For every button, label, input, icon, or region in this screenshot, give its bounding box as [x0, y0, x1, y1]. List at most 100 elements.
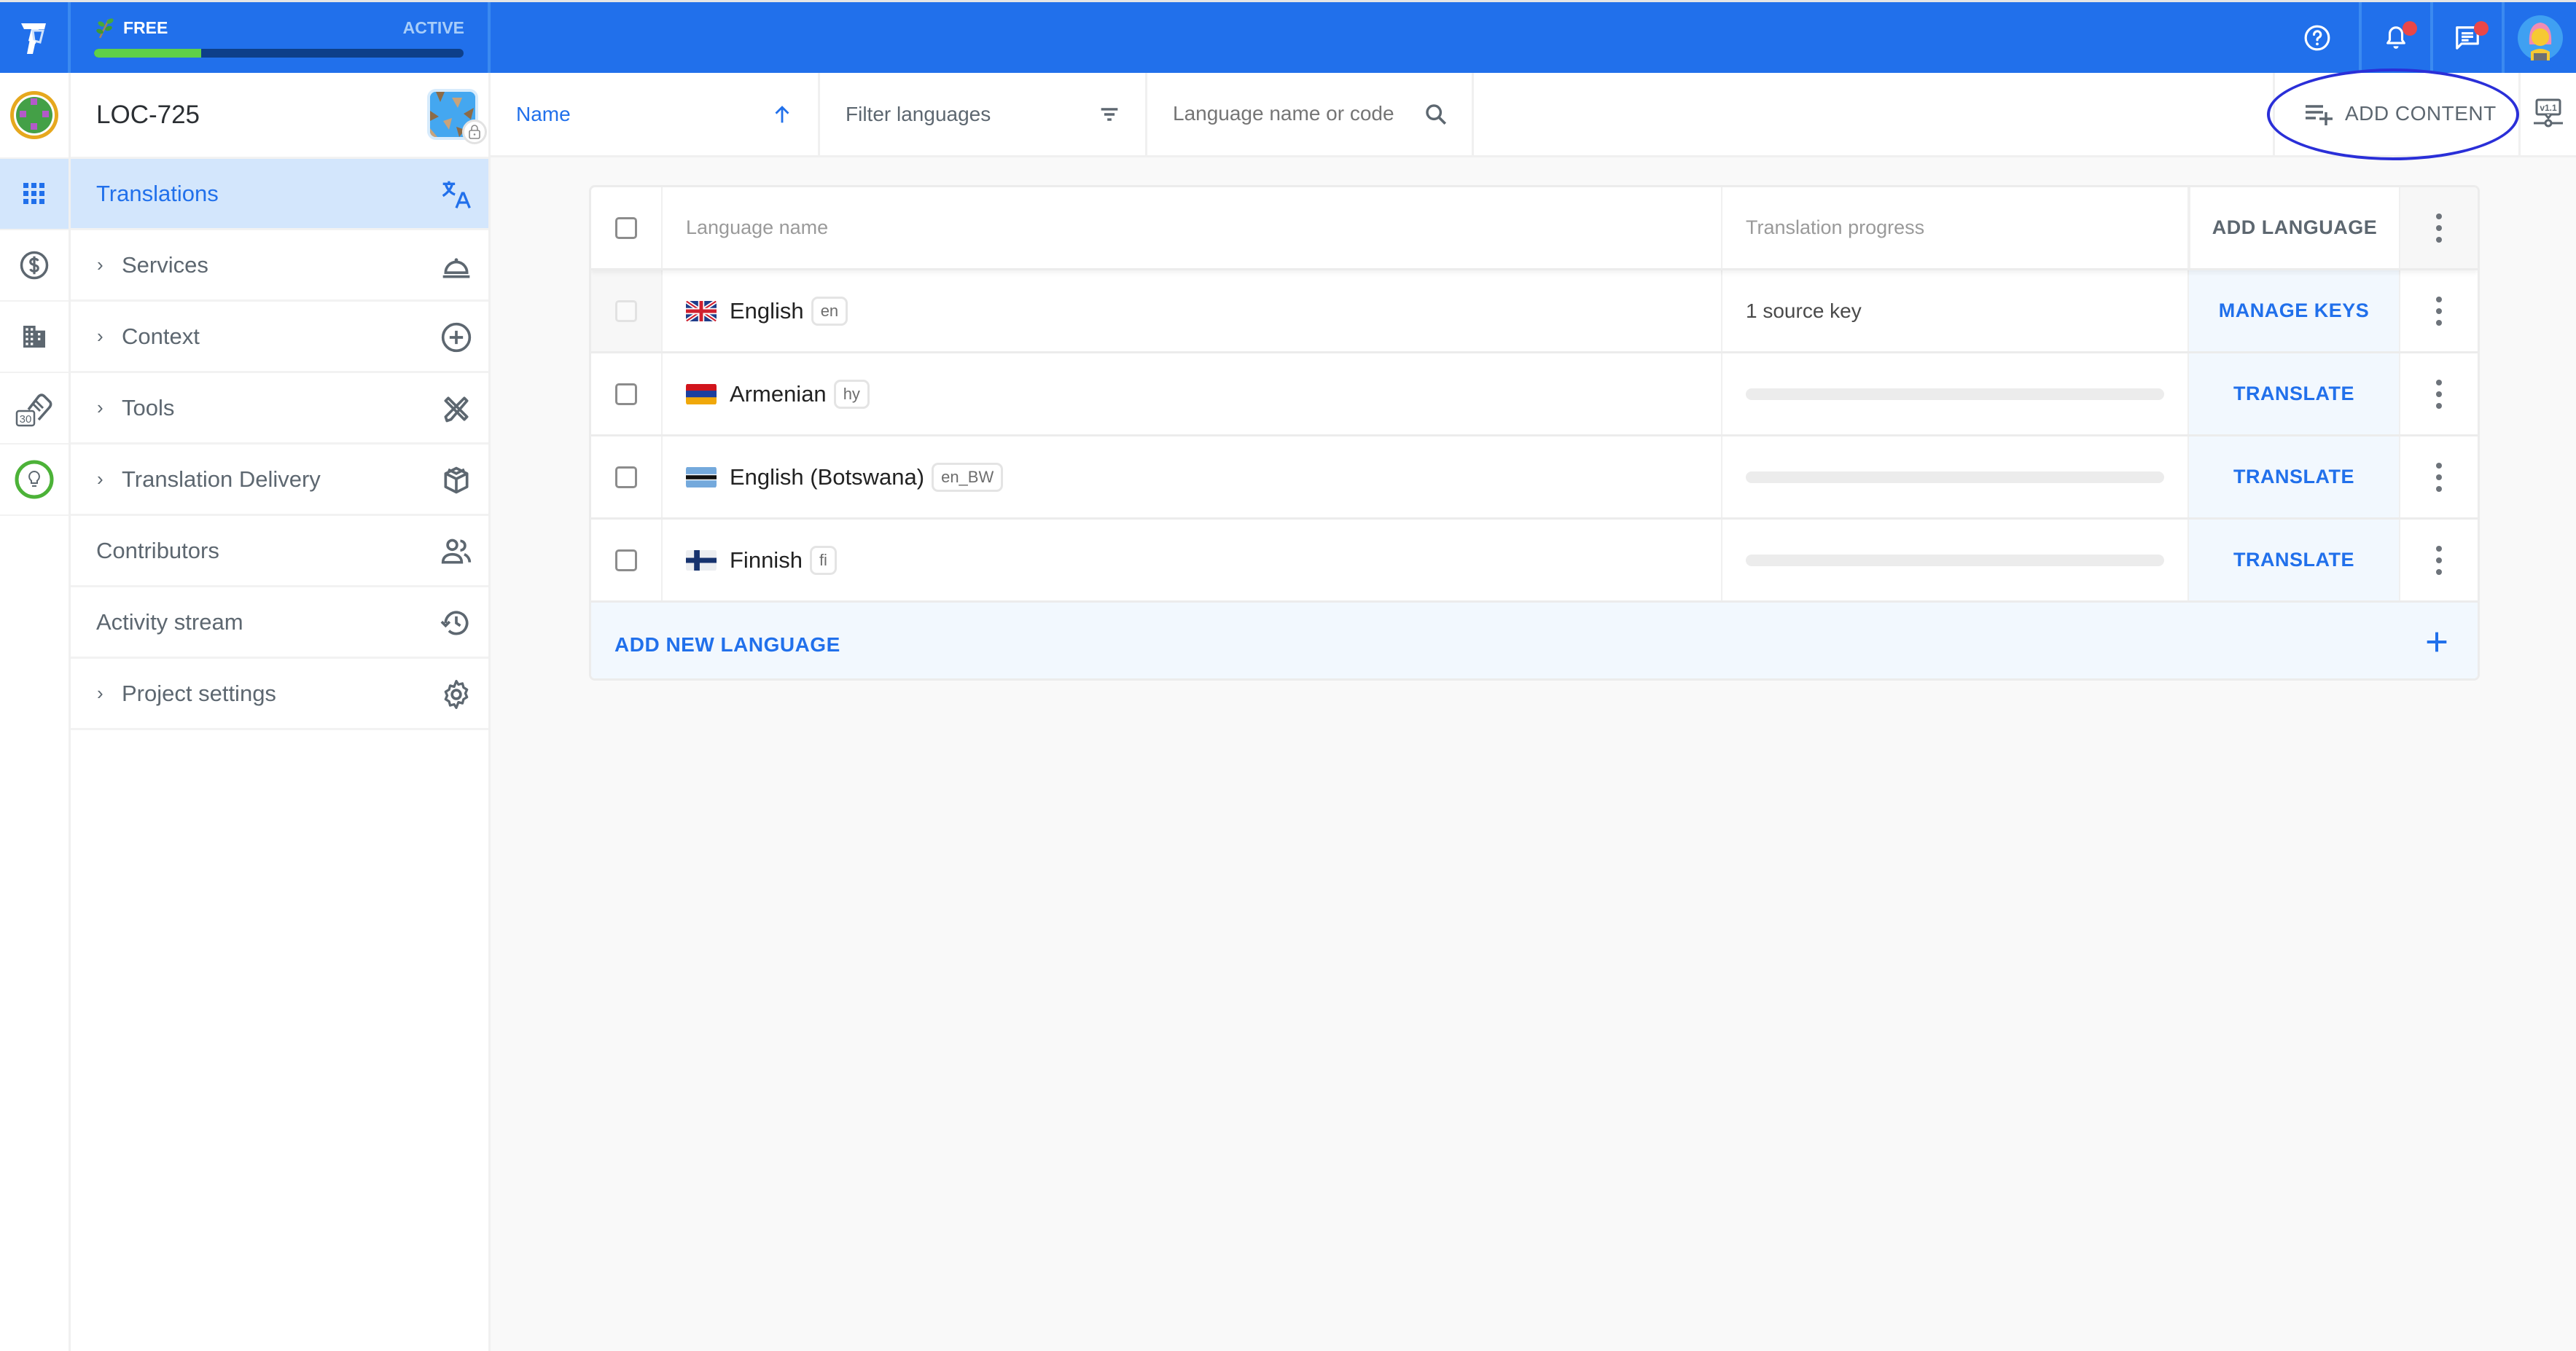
flag-bw-icon — [686, 466, 717, 488]
add-content-button[interactable]: ADD CONTENT — [2273, 73, 2521, 155]
table-header: Language name Translation progress ADD L… — [591, 187, 2478, 270]
language-search[interactable] — [1147, 73, 1474, 155]
rail-ideas[interactable] — [0, 445, 69, 516]
project-title: LOC-725 — [96, 101, 200, 129]
version-button[interactable]: v1.1 — [2521, 73, 2576, 155]
sidebar-item-contributors[interactable]: Contributors — [71, 516, 488, 587]
sidebar-item-label: Contributors — [96, 537, 219, 563]
add-new-language-button[interactable]: ADD NEW LANGUAGE — [614, 633, 840, 657]
more-options-icon[interactable] — [2435, 296, 2443, 326]
plan-usage-bar — [94, 49, 464, 58]
search-icon[interactable] — [1424, 102, 1448, 127]
language-name-cell[interactable]: English en — [663, 270, 1722, 351]
sidebar-item-translation-delivery[interactable]: › Translation Delivery — [71, 445, 488, 516]
sort-button[interactable]: Name — [491, 73, 820, 155]
language-code-badge: en — [811, 296, 848, 326]
language-name-cell[interactable]: Armenian hy — [663, 353, 1722, 434]
plus-icon[interactable] — [2422, 627, 2451, 657]
messages-badge — [2474, 21, 2489, 36]
history-icon — [440, 611, 469, 635]
rail-projects[interactable] — [0, 159, 69, 230]
service-bell-icon — [442, 258, 470, 278]
languages-table: Language name Translation progress ADD L… — [589, 185, 2480, 681]
plan-usage-fill — [94, 49, 202, 58]
rail-partners[interactable]: 30 — [0, 373, 69, 445]
sidebar-item-label: Translations — [96, 180, 219, 206]
row-checkbox — [615, 299, 637, 322]
language-name: Armenian — [730, 380, 827, 407]
more-options-icon[interactable] — [2435, 379, 2443, 409]
lightbulb-icon — [15, 460, 54, 499]
more-options-icon[interactable] — [2435, 545, 2443, 575]
row-checkbox[interactable] — [615, 383, 637, 405]
select-all-checkbox[interactable] — [615, 216, 637, 239]
messages-button[interactable] — [2430, 2, 2502, 73]
help-icon — [2304, 25, 2330, 50]
translate-icon — [442, 181, 471, 208]
sidebar-item-context[interactable]: › Context — [71, 302, 488, 373]
table-row: Finnish fi TRANSLATE — [591, 520, 2478, 603]
leaf-icon — [96, 18, 114, 39]
row-checkbox[interactable] — [615, 549, 637, 571]
progress-bar — [1746, 554, 2164, 566]
notifications-button[interactable] — [2359, 2, 2430, 73]
app-logo[interactable] — [0, 2, 71, 73]
user-avatar[interactable] — [2502, 2, 2576, 73]
add-language-button[interactable]: ADD LANGUAGE — [2212, 216, 2378, 239]
workspace-avatar[interactable] — [0, 73, 69, 159]
more-options-icon[interactable] — [2435, 213, 2443, 243]
sort-label: Name — [516, 102, 571, 125]
flag-am-icon — [686, 383, 717, 405]
logo-icon — [20, 23, 46, 54]
handshake-icon: 30 — [15, 393, 52, 427]
notification-badge — [2403, 21, 2417, 36]
sidebar-item-label: Tools — [122, 394, 175, 420]
flag-gb-icon — [686, 299, 717, 322]
translate-button[interactable]: TRANSLATE — [2233, 549, 2354, 571]
progress-text: 1 source key — [1746, 299, 1862, 322]
search-input[interactable] — [1173, 99, 1413, 128]
add-new-language-row[interactable]: ADD NEW LANGUAGE — [591, 603, 2478, 678]
workspace-avatar-icon — [10, 91, 58, 139]
apps-grid-icon — [23, 183, 44, 204]
column-header-language-name: Language name — [686, 216, 829, 238]
avatar-icon — [2518, 15, 2563, 60]
language-name-cell[interactable]: Finnish fi — [663, 520, 1722, 600]
sidebar-item-label: Project settings — [122, 680, 276, 706]
sidebar-item-services[interactable]: › Services — [71, 230, 488, 302]
sidebar-item-activity-stream[interactable]: Activity stream — [71, 587, 488, 659]
help-button[interactable] — [2282, 2, 2353, 73]
project-sidebar: LOC-725 Translations › Services › Contex… — [71, 73, 491, 1351]
chevron-right-icon: › — [97, 325, 104, 347]
progress-bar — [1746, 388, 2164, 400]
plan-widget[interactable]: FREE ACTIVE — [71, 2, 491, 73]
rail-billing[interactable] — [0, 230, 69, 302]
sidebar-item-translations[interactable]: Translations — [71, 159, 488, 230]
gear-icon — [444, 680, 469, 709]
translate-button[interactable]: TRANSLATE — [2233, 466, 2354, 488]
chevron-right-icon: › — [97, 468, 104, 490]
sidebar-item-project-settings[interactable]: › Project settings — [71, 659, 488, 730]
filter-label: Filter languages — [846, 102, 991, 125]
language-name-cell[interactable]: English (Botswana) en_BW — [663, 436, 1722, 517]
language-code-badge: en_BW — [932, 462, 1004, 492]
sidebar-item-tools[interactable]: › Tools — [71, 373, 488, 445]
manage-keys-button[interactable]: MANAGE KEYS — [2219, 299, 2370, 322]
language-name: Finnish — [730, 547, 803, 573]
language-code-badge: hy — [833, 379, 870, 409]
rail-organization[interactable] — [0, 302, 69, 373]
filter-languages-button[interactable]: Filter languages — [820, 73, 1147, 155]
translate-button[interactable]: TRANSLATE — [2233, 383, 2354, 405]
lock-icon — [469, 125, 480, 139]
project-lock — [462, 120, 487, 144]
flag-fi-icon — [686, 549, 717, 571]
tools-icon — [444, 396, 469, 423]
add-circle-icon — [441, 322, 472, 353]
filter-icon — [1101, 108, 1118, 121]
column-header-translation-progress: Translation progress — [1746, 216, 1925, 238]
more-options-icon[interactable] — [2435, 462, 2443, 492]
left-rail: 30 — [0, 73, 71, 1351]
rail-badge-number: 30 — [20, 413, 32, 426]
sidebar-item-label: Context — [122, 323, 200, 349]
row-checkbox[interactable] — [615, 466, 637, 488]
